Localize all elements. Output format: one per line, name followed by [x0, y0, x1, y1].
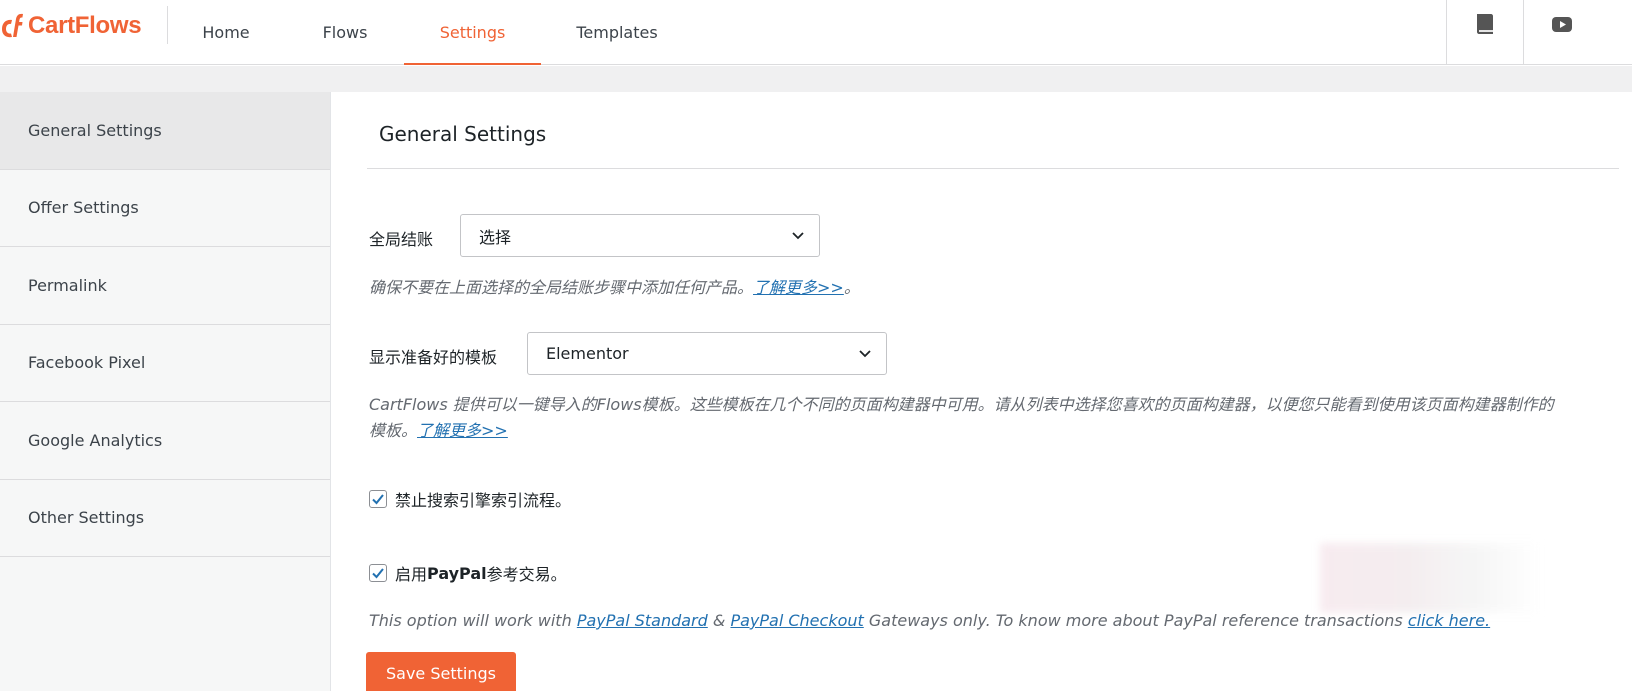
checkmark-icon [372, 568, 384, 579]
chevron-down-icon [792, 232, 804, 240]
sidebar-item-label: General Settings [28, 120, 162, 140]
sidebar-item-permalink[interactable]: Permalink [0, 247, 330, 325]
disallow-indexing-checkbox[interactable] [369, 490, 387, 508]
cartflows-logo-icon [2, 13, 23, 38]
save-settings-button[interactable]: Save Settings [366, 652, 516, 691]
templates-builder-label: 显示准备好的模板 [369, 348, 498, 367]
disallow-indexing-label: 禁止搜索引擎索引流程。 [395, 491, 572, 510]
sidebar-item-facebook-pixel[interactable]: Facebook Pixel [0, 325, 330, 402]
global-checkout-value: 选择 [479, 227, 512, 247]
page-builder-value: Elementor [546, 344, 629, 363]
tab-templates[interactable]: Templates [561, 0, 673, 65]
templates-description: CartFlows 提供可以一键导入的Flows模板。这些模板在几个不同的页面构… [369, 392, 1609, 444]
brand-name: CartFlows [28, 12, 142, 39]
sidebar-item-label: Other Settings [28, 508, 145, 528]
templates-desc-line1: CartFlows 提供可以一键导入的Flows模板。这些模板在几个不同的页面构… [369, 395, 1554, 414]
paypal-reference-checkbox[interactable] [369, 564, 387, 582]
tab-settings-label: Settings [439, 23, 506, 42]
sidebar-item-general-settings[interactable]: General Settings [0, 92, 330, 170]
chevron-down-icon [859, 350, 871, 358]
settings-sidebar: General Settings Offer Settings Permalin… [0, 92, 331, 691]
top-navigation-bar: CartFlows Home Flows Settings Templates [0, 0, 1632, 65]
paypal-label-bold: PayPal [427, 563, 487, 583]
paypal-note-amp: & [707, 611, 731, 630]
paypal-reference-row: 启用 PayPal 参考交易。 [369, 561, 567, 585]
sidebar-item-label: Permalink [28, 275, 107, 295]
header-divider [167, 6, 168, 44]
tab-flows-label: Flows [322, 23, 368, 42]
paypal-note: This option will work with PayPal Standa… [369, 608, 1490, 634]
docs-button[interactable] [1446, 0, 1522, 65]
paypal-standard-link[interactable]: PayPal Standard [577, 611, 708, 630]
sidebar-item-label: Google Analytics [28, 430, 163, 450]
video-tutorials-button[interactable] [1523, 0, 1599, 65]
paypal-note-pre: This option will work with [369, 611, 577, 630]
global-checkout-desc-text: 确保不要在上面选择的全局结账步骤中添加任何产品。 [369, 278, 754, 297]
youtube-icon [1551, 17, 1572, 32]
blurred-watermark [1320, 543, 1540, 613]
sidebar-item-offer-settings[interactable]: Offer Settings [0, 170, 330, 247]
tab-home-label: Home [202, 23, 250, 42]
tab-settings[interactable]: Settings [404, 0, 541, 65]
checkmark-icon [372, 494, 384, 505]
page-title: General Settings [379, 122, 547, 146]
tab-templates-label: Templates [576, 23, 658, 42]
global-checkout-description: 确保不要在上面选择的全局结账步骤中添加任何产品。了解更多>>。 [369, 275, 860, 301]
templates-desc-line2-wrap: 模板。了解更多>> [369, 418, 1609, 444]
sidebar-item-google-analytics[interactable]: Google Analytics [0, 402, 330, 480]
disallow-indexing-row: 禁止搜索引擎索引流程。 [369, 487, 571, 511]
global-checkout-select[interactable]: 选择 [460, 214, 820, 257]
sidebar-item-label: Facebook Pixel [28, 353, 146, 373]
global-checkout-label: 全局结账 [369, 230, 434, 249]
sidebar-item-label: Offer Settings [28, 198, 139, 218]
paypal-label-pre: 启用 [395, 565, 428, 584]
title-divider [367, 168, 1619, 169]
templates-learn-more-link[interactable]: 了解更多>> [417, 421, 508, 440]
header-spacer [0, 66, 1632, 92]
paypal-click-here-link[interactable]: click here. [1408, 611, 1490, 630]
paypal-note-mid: Gateways only. To know more about PayPal… [863, 611, 1408, 630]
paypal-label-post: 参考交易。 [486, 565, 567, 584]
tab-flows[interactable]: Flows [295, 0, 395, 65]
page-builder-select[interactable]: Elementor [527, 332, 887, 375]
cartflows-logo[interactable]: CartFlows [0, 0, 168, 52]
global-checkout-learn-more-link[interactable]: 了解更多>> [753, 278, 844, 297]
templates-desc-line2: 模板。 [369, 421, 418, 440]
book-icon [1476, 14, 1493, 34]
paypal-checkout-link[interactable]: PayPal Checkout [730, 611, 863, 630]
global-checkout-desc-suffix: 。 [843, 278, 860, 297]
tab-home[interactable]: Home [176, 0, 276, 65]
sidebar-item-other-settings[interactable]: Other Settings [0, 480, 330, 557]
